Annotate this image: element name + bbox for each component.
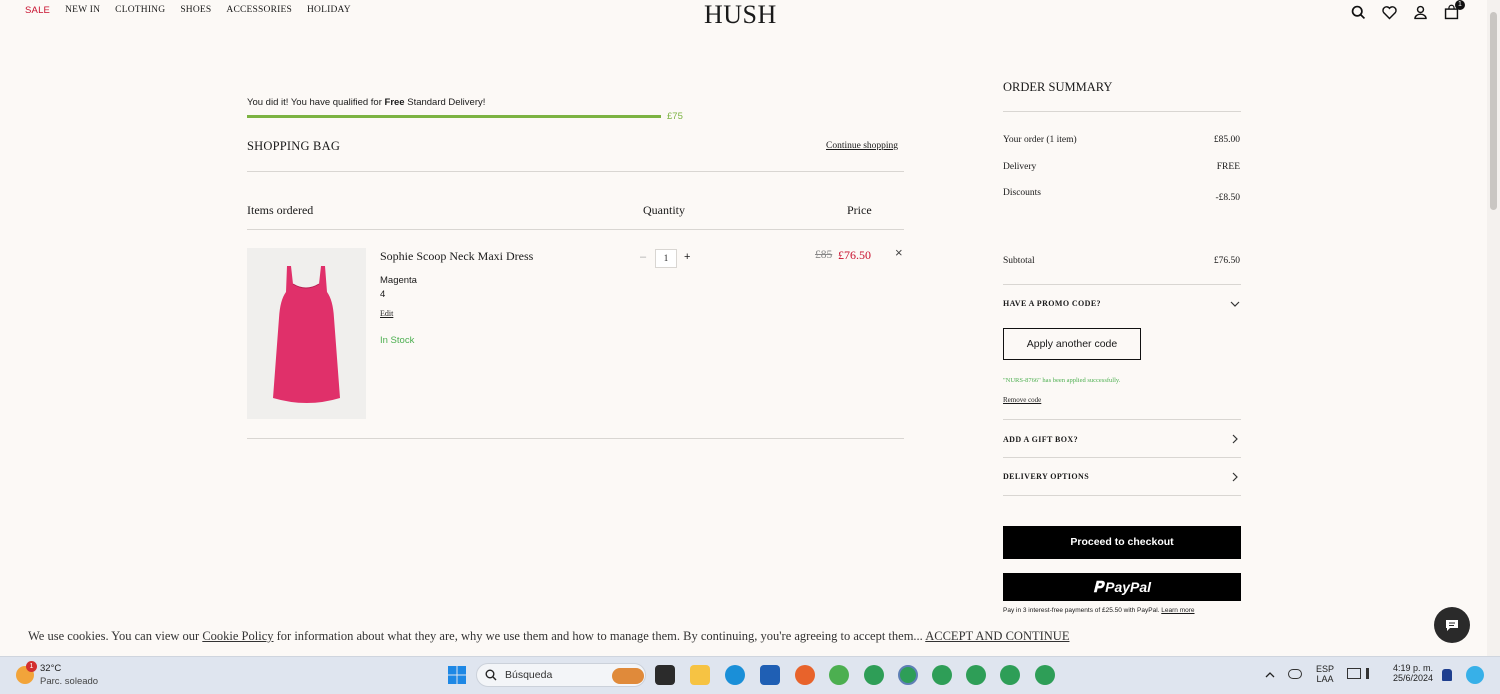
nav-accessories[interactable]: ACCESSORIES	[226, 5, 292, 16]
nav-clothing[interactable]: CLOTHING	[115, 5, 165, 16]
col-items-ordered: Items ordered	[247, 203, 314, 217]
nav-shoes[interactable]: SHOES	[180, 5, 211, 16]
bag-icon[interactable]: 1	[1443, 0, 1465, 21]
discounts-label: Discounts	[1003, 188, 1041, 198]
chat-icon	[1446, 620, 1458, 631]
cookie-banner: We use cookies. You can view our Cookie …	[28, 629, 1070, 643]
qty-decrease-button[interactable]: –	[640, 251, 646, 263]
edge-icon[interactable]	[725, 665, 745, 685]
subtotal-label: Subtotal	[1003, 256, 1035, 266]
nav-sale[interactable]: SALE	[25, 5, 50, 16]
windows-start-icon[interactable]	[447, 665, 467, 685]
chrome-icon[interactable]	[966, 665, 986, 685]
remove-code-link[interactable]: Remove code	[1003, 396, 1041, 404]
product-color: Magenta	[380, 275, 417, 286]
delivery-options-toggle[interactable]: DELIVERY OPTIONS	[1003, 472, 1089, 481]
weather-temp[interactable]: 32°C	[40, 663, 61, 674]
paypal-note: Pay in 3 interest-free payments of £25.5…	[1003, 607, 1195, 614]
onedrive-icon[interactable]	[1288, 669, 1302, 679]
paypal-button[interactable]: 𝐏 PayPal	[1003, 573, 1241, 601]
delivery-message: You did it! You have qualified for Free …	[247, 97, 486, 108]
delivery-value: FREE	[1216, 162, 1240, 172]
qty-increase-button[interactable]: +	[684, 251, 690, 263]
delivery-threshold: £75	[667, 111, 683, 122]
col-quantity: Quantity	[643, 203, 685, 217]
your-order-label: Your order (1 item)	[1003, 135, 1077, 145]
account-icon[interactable]	[1412, 4, 1429, 21]
main-nav: SALE NEW IN CLOTHING SHOES ACCESSORIES H…	[25, 5, 351, 16]
product-size: 4	[380, 289, 386, 300]
notification-bell-icon[interactable]	[1442, 669, 1452, 681]
delivery-label: Delivery	[1003, 162, 1037, 172]
continue-shopping-link[interactable]: Continue shopping	[826, 141, 898, 151]
chevron-down-icon[interactable]	[1229, 298, 1241, 310]
product-name[interactable]: Sophie Scoop Neck Maxi Dress	[380, 249, 533, 264]
accept-cookies-button[interactable]: ACCEPT AND CONTINUE	[925, 629, 1069, 643]
quantity-input[interactable]: 1	[655, 249, 677, 268]
order-summary-title: ORDER SUMMARY	[1003, 80, 1113, 94]
scrollbar-thumb[interactable]	[1490, 12, 1497, 210]
divider	[1003, 284, 1241, 285]
task-view-icon[interactable]	[655, 665, 675, 685]
original-price: £85	[815, 249, 833, 261]
firefox-icon[interactable]	[795, 665, 815, 685]
chevron-up-icon[interactable]	[1264, 669, 1276, 681]
header-icons: 1	[1350, 0, 1465, 21]
your-order-value: £85.00	[1213, 135, 1240, 145]
edit-link[interactable]: Edit	[380, 309, 393, 318]
divider	[1003, 495, 1241, 496]
chrome-icon[interactable]	[864, 665, 884, 685]
nav-holiday[interactable]: HOLIDAY	[307, 5, 351, 16]
learn-more-link[interactable]: Learn more	[1161, 607, 1194, 614]
stock-status: In Stock	[380, 335, 415, 346]
divider	[247, 229, 904, 230]
file-explorer-icon[interactable]	[690, 665, 710, 685]
discounts-value: -£8.50	[1215, 193, 1240, 203]
taskbar-search-placeholder: Búsqueda	[505, 669, 553, 681]
logo[interactable]: HUSH	[704, 0, 777, 30]
search-highlight-icon	[612, 668, 644, 684]
divider	[1003, 457, 1241, 458]
language-indicator[interactable]: ESP LAA	[1314, 664, 1336, 684]
search-icon[interactable]	[1350, 4, 1367, 21]
volume-icon[interactable]	[1366, 668, 1376, 679]
torrent-icon[interactable]	[829, 665, 849, 685]
checkout-button[interactable]: Proceed to checkout	[1003, 526, 1241, 559]
sale-price: £76.50	[838, 248, 871, 262]
store-icon[interactable]	[760, 665, 780, 685]
chevron-right-icon[interactable]	[1229, 433, 1241, 445]
apply-code-button[interactable]: Apply another code	[1003, 328, 1141, 360]
chrome-icon[interactable]	[898, 665, 918, 685]
weather-condition[interactable]: Parc. soleado	[40, 676, 98, 687]
copilot-icon[interactable]	[1466, 666, 1484, 684]
divider	[1003, 419, 1241, 420]
chevron-right-icon[interactable]	[1229, 471, 1241, 483]
cookie-policy-link[interactable]: Cookie Policy	[202, 629, 273, 643]
nav-new-in[interactable]: NEW IN	[65, 5, 100, 16]
divider	[1003, 111, 1241, 112]
bag-title: SHOPPING BAG	[247, 139, 341, 153]
bag-count-badge: 1	[1455, 0, 1465, 10]
col-price: Price	[847, 203, 872, 217]
subtotal-value: £76.50	[1213, 256, 1240, 266]
product-image[interactable]	[247, 248, 366, 419]
search-icon	[485, 669, 497, 681]
clock[interactable]: 4:19 p. m. 25/6/2024	[1388, 663, 1438, 683]
network-icon[interactable]	[1347, 668, 1361, 679]
promo-code-toggle[interactable]: HAVE A PROMO CODE?	[1003, 299, 1101, 308]
chrome-icon[interactable]	[932, 665, 952, 685]
heart-icon[interactable]	[1381, 4, 1398, 21]
paypal-icon: 𝐏	[1092, 579, 1104, 596]
remove-item-button[interactable]: ×	[895, 245, 903, 260]
promo-applied-message: "NURS-8766" has been applied successfull…	[1003, 377, 1121, 384]
chrome-icon[interactable]	[1035, 665, 1055, 685]
chrome-icon[interactable]	[1000, 665, 1020, 685]
delivery-progress-bar	[247, 115, 661, 118]
divider	[247, 171, 904, 172]
divider	[247, 438, 904, 439]
gift-box-toggle[interactable]: ADD A GIFT BOX?	[1003, 435, 1078, 444]
chat-button[interactable]	[1434, 607, 1470, 643]
weather-badge: 1	[26, 661, 37, 672]
